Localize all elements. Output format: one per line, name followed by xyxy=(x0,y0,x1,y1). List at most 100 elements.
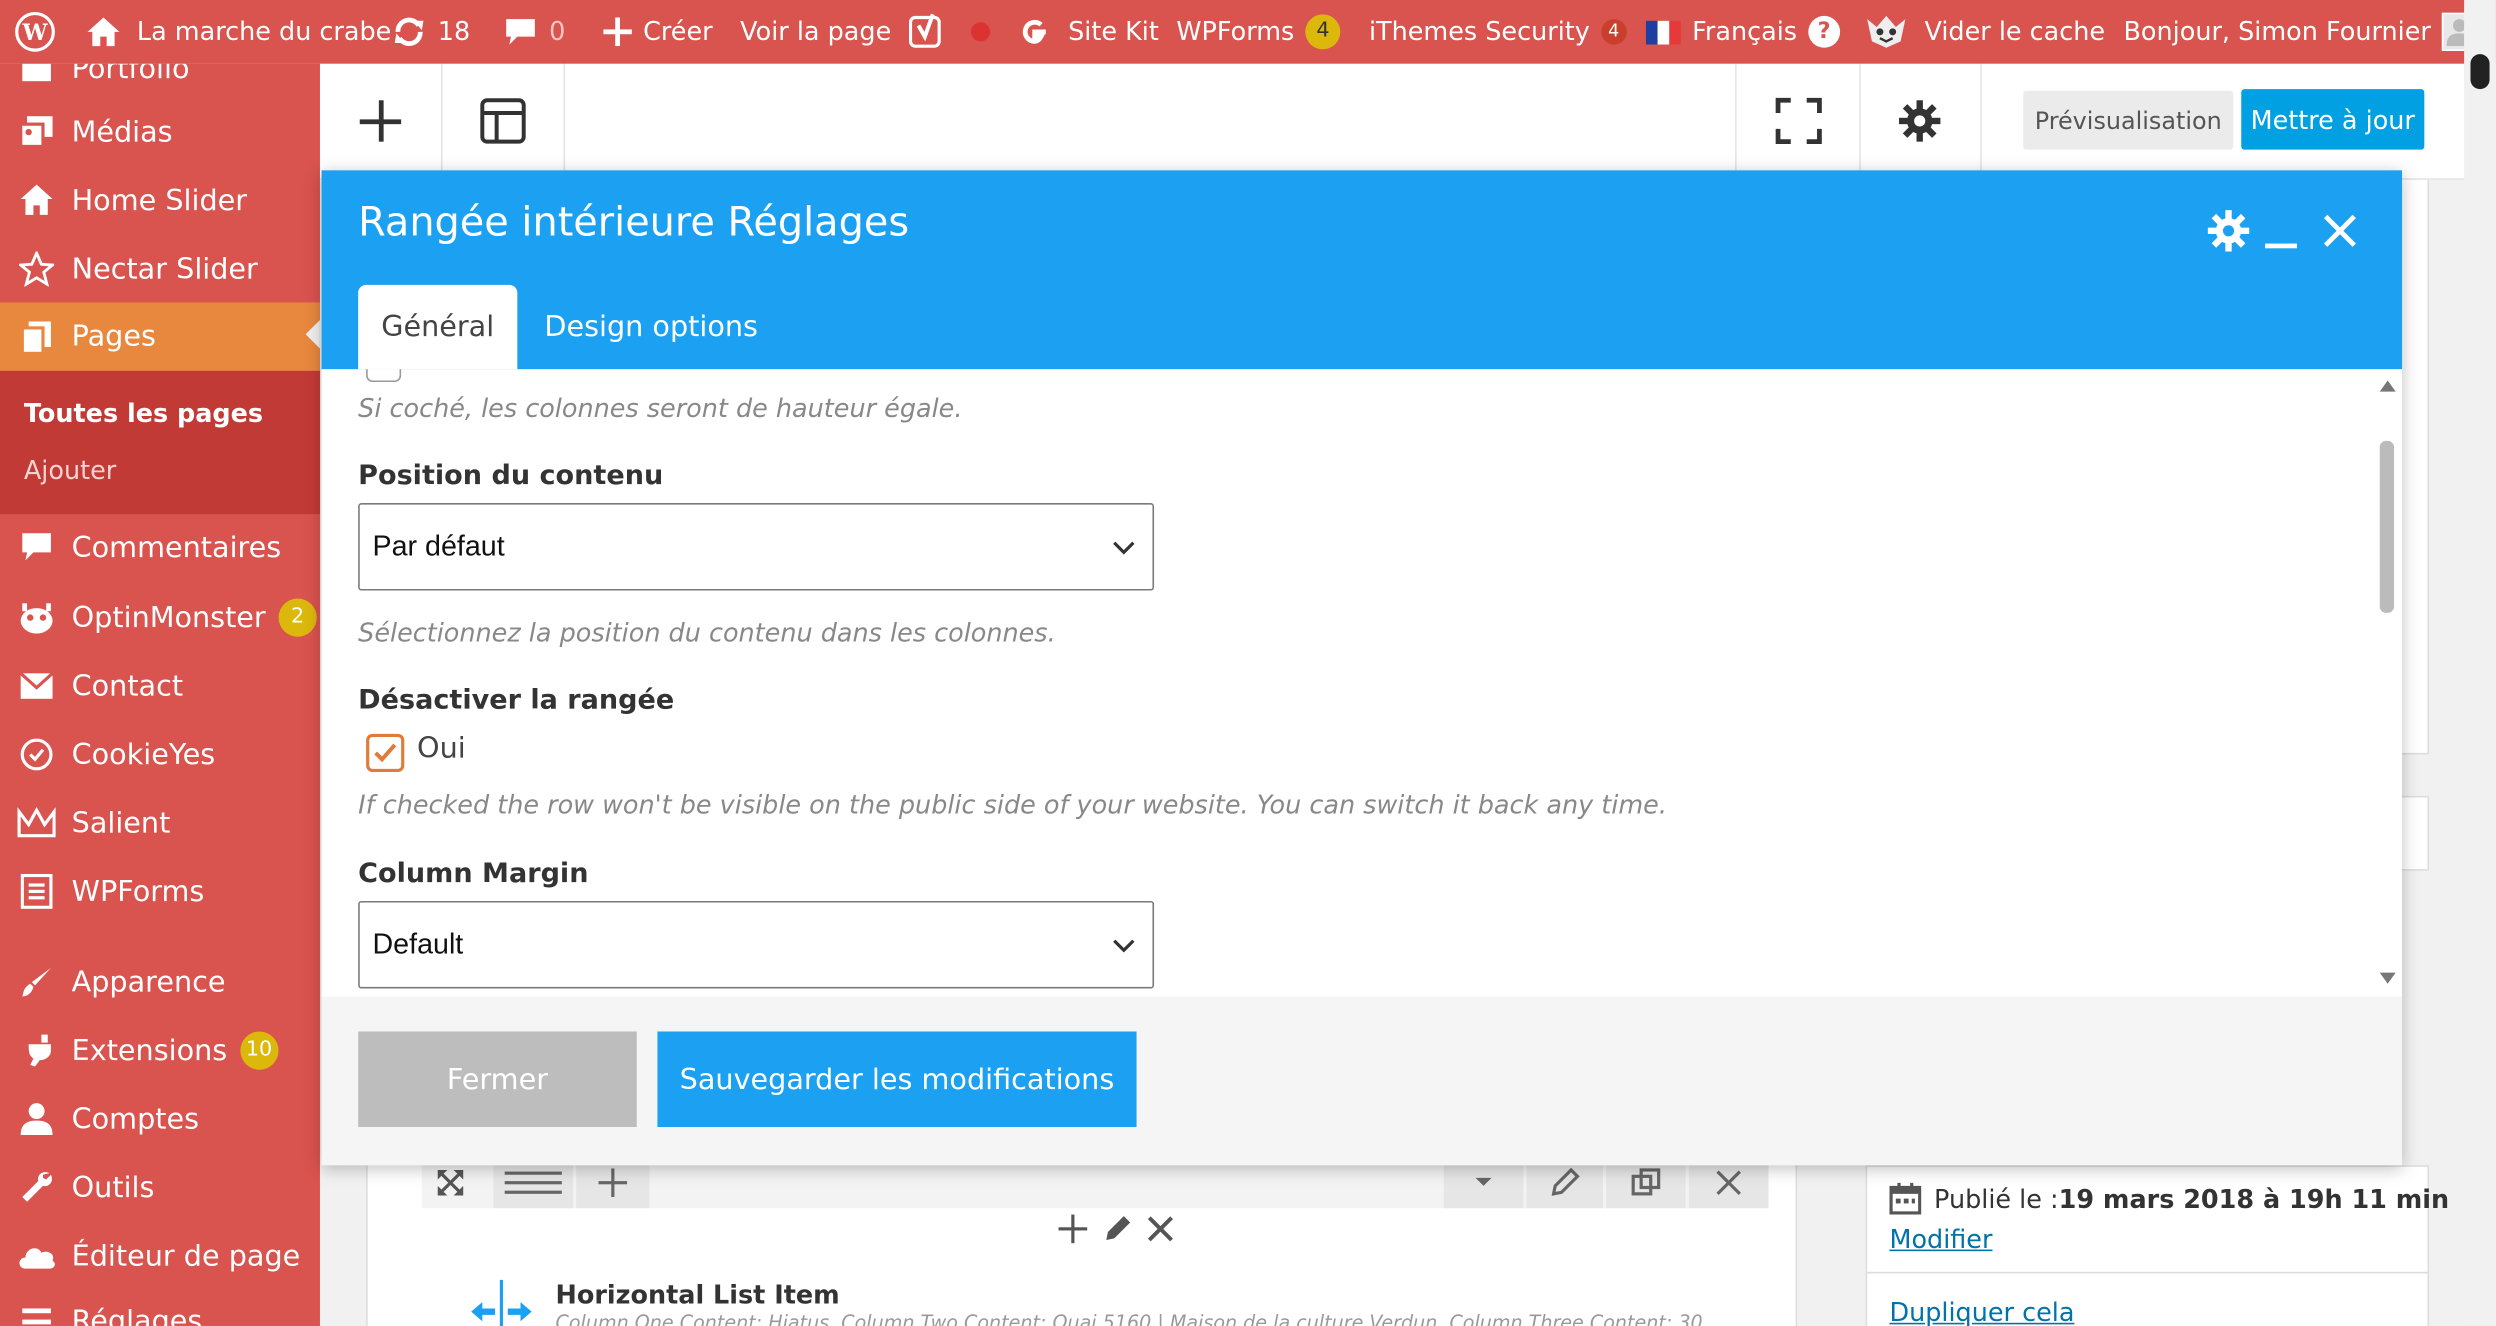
modify-link[interactable]: Modifier xyxy=(1889,1224,1992,1254)
content-position-select[interactable]: Par défaut xyxy=(358,503,1155,591)
admin-bar: W La marche du crabe 18 0 Créer Voir la … xyxy=(0,0,2496,64)
pages-icon xyxy=(0,319,72,355)
my-account-menu[interactable]: Bonjour, Simon Fournier xyxy=(2123,0,2481,64)
sidebar-item-label: Portfolio xyxy=(71,63,190,86)
sidebar-item-label: Comptes xyxy=(71,1102,200,1136)
ithemes-label: iThemes Security xyxy=(1368,15,1590,47)
sidebar-item-tools[interactable]: Outils xyxy=(0,1156,320,1220)
column-margin-select[interactable]: Default xyxy=(358,900,1155,989)
add-icon[interactable] xyxy=(1057,1213,1089,1245)
user-icon xyxy=(0,1102,72,1137)
tab-general[interactable]: Général xyxy=(358,284,518,370)
modal-close-button[interactable] xyxy=(2316,205,2364,256)
sidebar-item-label: Médias xyxy=(71,115,173,149)
fullscreen-button[interactable] xyxy=(1735,63,1861,179)
list-item-element[interactable]: Horizontal List Item Column One Content:… xyxy=(471,1273,1744,1326)
french-flag-icon xyxy=(1645,19,1681,44)
horizontal-list-icon xyxy=(471,1279,532,1326)
update-button[interactable]: Mettre à jour xyxy=(2241,89,2425,150)
settings-icon xyxy=(0,1304,72,1326)
submenu-add-new[interactable]: Ajouter xyxy=(24,455,116,485)
yoast-seo-menu[interactable] xyxy=(908,0,991,64)
wordpress-logo-button[interactable]: W xyxy=(14,0,55,64)
sidebar-item-settings[interactable]: Réglages xyxy=(0,1289,320,1326)
expand-icon[interactable] xyxy=(435,1167,467,1205)
wpforms-link[interactable]: WPForms 4 xyxy=(1176,0,1341,64)
sidebar-item-contact[interactable]: Contact xyxy=(0,654,320,718)
brush-icon xyxy=(0,965,72,1000)
cache-logo-icon xyxy=(1867,15,1906,48)
background-publish-box: Publié le : 19 mars 2018 à 19h 11 min Mo… xyxy=(1865,1165,2449,1326)
tab-design-options[interactable]: Design options xyxy=(544,285,758,369)
modal-scrollbar[interactable] xyxy=(2373,369,2402,996)
close-button[interactable]: Fermer xyxy=(358,1031,637,1127)
ithemes-badge: 4 xyxy=(1600,19,1627,45)
sidebar-item-appearance[interactable]: Apparence xyxy=(0,950,320,1014)
sidebar-item-nectar-slider[interactable]: Nectar Slider xyxy=(0,237,320,301)
remove-icon[interactable] xyxy=(1146,1215,1175,1244)
greeting: Bonjour, Simon Fournier xyxy=(2123,15,2431,47)
sidebar-item-label: Salient xyxy=(71,806,171,840)
sidebar-item-wpforms[interactable]: WPForms xyxy=(0,860,320,924)
window-scrollbar[interactable] xyxy=(2464,0,2496,1326)
clear-cache-link[interactable]: Vider le cache xyxy=(1866,0,2105,64)
add-block-button[interactable] xyxy=(320,63,443,179)
modal-settings-button[interactable] xyxy=(2203,205,2254,256)
language-switcher[interactable]: Français ? xyxy=(1645,0,1841,64)
sidebar-item-cookieyes[interactable]: CookieYes xyxy=(0,723,320,787)
sidebar-item-label: Outils xyxy=(71,1170,155,1205)
optinmonster-badge: 2 xyxy=(278,598,317,637)
sidebar-item-label: Nectar Slider xyxy=(71,252,258,286)
help-icon[interactable]: ? xyxy=(1808,15,1841,48)
view-page-link[interactable]: Voir la page xyxy=(740,0,891,64)
column-margin-label: Column Margin xyxy=(358,857,589,890)
checkmark-icon xyxy=(374,743,397,763)
sidebar-item-portfolio[interactable]: Portfolio xyxy=(0,63,320,101)
scroll-up-arrow-icon[interactable] xyxy=(2378,377,2397,393)
sidebar-item-accounts[interactable]: Comptes xyxy=(0,1087,320,1151)
sidebar-item-optinmonster[interactable]: OptinMonster 2 xyxy=(0,586,320,650)
window-scrollbar-thumb[interactable] xyxy=(2470,54,2490,90)
create-new-link[interactable]: Créer xyxy=(603,0,713,64)
sidebar-item-pages[interactable]: Pages xyxy=(0,302,320,371)
column-margin-value: Default xyxy=(372,928,464,960)
site-kit-link[interactable]: Site Kit xyxy=(1019,0,1159,64)
pencil-icon[interactable] xyxy=(1102,1213,1134,1245)
submenu-all-pages[interactable]: Toutes les pages xyxy=(24,398,263,428)
equal-height-help: Si coché, les colonnes seront de hauteur… xyxy=(358,393,963,424)
media-icon xyxy=(0,115,72,150)
content-position-help: Sélectionnez la position du contenu dans… xyxy=(358,617,1056,648)
sidebar-item-extensions[interactable]: Extensions 10 xyxy=(0,1019,320,1083)
updates-link[interactable]: 18 xyxy=(392,0,470,64)
fullscreen-icon xyxy=(1774,97,1822,145)
save-changes-button[interactable]: Sauvegarder les modifications xyxy=(657,1031,1137,1127)
modal-header: Rangée intérieure Réglages Général Desig… xyxy=(321,170,2403,370)
scroll-down-arrow-icon[interactable] xyxy=(2378,971,2397,987)
settings-button[interactable] xyxy=(1858,63,1982,179)
modal-minimize-button[interactable] xyxy=(2260,205,2301,256)
comments-link[interactable]: 0 xyxy=(503,0,565,64)
sidebar-item-page-editor[interactable]: Éditeur de page xyxy=(0,1224,320,1288)
ithemes-security-link[interactable]: iThemes Security 4 xyxy=(1368,0,1627,64)
minimize-icon xyxy=(2265,243,2297,249)
wrench-icon xyxy=(0,1170,72,1205)
sidebar-item-salient[interactable]: Salient xyxy=(0,791,320,855)
sidebar-item-label: WPForms xyxy=(71,874,205,909)
equal-height-checkbox[interactable] xyxy=(366,369,402,383)
disable-row-help: If checked the row won't be visible on t… xyxy=(358,789,1667,820)
preview-button[interactable]: Prévisualisation xyxy=(2023,90,2234,150)
site-name-link[interactable]: La marche du crabe xyxy=(86,0,391,64)
cookie-icon xyxy=(0,737,72,772)
sidebar-item-label: Commentaires xyxy=(71,530,282,565)
disable-row-checkbox[interactable] xyxy=(366,733,405,773)
star-icon xyxy=(0,251,72,287)
duplicate-link[interactable]: Dupliquer cela xyxy=(1889,1297,2074,1326)
sidebar-item-media[interactable]: Médias xyxy=(0,100,320,164)
modal-scrollbar-thumb[interactable] xyxy=(2379,440,2395,613)
close-icon xyxy=(2323,214,2356,247)
sidebar-item-comments[interactable]: Commentaires xyxy=(0,516,320,580)
published-row: Publié le : 19 mars 2018 à 19h 11 min xyxy=(1889,1182,2449,1215)
sidebar-item-home-slider[interactable]: Home Slider xyxy=(0,169,320,233)
layout-button[interactable] xyxy=(441,63,566,179)
create-label: Créer xyxy=(643,15,713,47)
